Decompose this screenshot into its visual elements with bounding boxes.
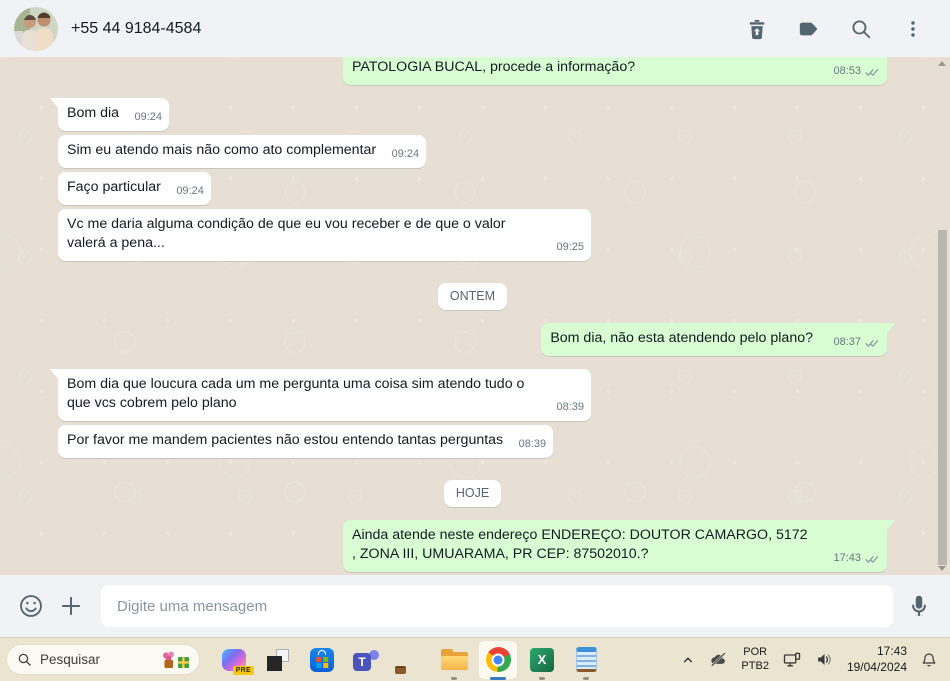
message-bubble-in[interactable]: Bom dia 09:24	[49, 98, 170, 131]
contact-name[interactable]: +55 44 9184-4584	[71, 20, 201, 38]
message-text: Sim eu atendo mais não como ato compleme…	[67, 142, 377, 158]
system-tray: POR PTB2 17:43 19/04/2024	[680, 644, 938, 675]
scrollbar-up-arrow[interactable]	[938, 61, 946, 66]
work-briefcase-badge	[395, 665, 406, 674]
message-bubble-in[interactable]: Sim eu atendo mais não como ato compleme…	[58, 135, 427, 168]
message-time: 17:43	[833, 552, 861, 564]
clock-date: 19/04/2024	[846, 659, 907, 674]
whatsapp-window: +55 44 9184-4584 PATOLOGIA BUCAL, proced…	[0, 0, 950, 681]
message-text: Bom dia	[67, 105, 120, 121]
message-bubble-out[interactable]: Bom dia, não esta atendendo pelo plano? …	[541, 323, 895, 356]
message-time: 09:24	[391, 148, 420, 160]
microphone-icon[interactable]	[905, 592, 933, 620]
message-meta: 08:37	[833, 333, 880, 352]
edge-icon	[395, 647, 423, 674]
message-time: 09:24	[134, 111, 163, 123]
message-text: Faço particular	[67, 179, 161, 195]
taskbar-clock[interactable]: 17:43 19/04/2024	[847, 644, 907, 675]
message-time: 09:24	[176, 185, 204, 197]
clock-time: 17:43	[876, 643, 907, 658]
chat-header: +55 44 9184-4584	[0, 0, 950, 57]
message-text: PATOLOGIA BUCAL, procede a informação?	[352, 59, 636, 75]
double-check-icon	[865, 68, 879, 76]
taskbar-excel-icon[interactable]: X	[522, 639, 562, 681]
date-divider: HOJE	[443, 480, 502, 507]
active-indicator	[490, 676, 506, 680]
avatar-photo	[14, 6, 58, 51]
message-text: Por favor me mandem pacientes não estou …	[67, 432, 504, 448]
search-icon[interactable]	[850, 18, 872, 40]
volume-icon[interactable]	[815, 650, 834, 669]
double-check-icon	[865, 339, 879, 347]
folder-icon	[440, 649, 468, 670]
menu-kebab-icon[interactable]	[902, 18, 924, 40]
delete-chat-icon[interactable]	[746, 18, 768, 40]
taskbar-file-explorer-icon[interactable]	[434, 639, 474, 681]
message-text: Vc me daria alguma condição de que eu vo…	[67, 216, 506, 251]
windows-taskbar: Pesquisar PRE T X POR PTB2 17:43 19/04/2…	[0, 637, 950, 681]
emoji-icon[interactable]	[17, 592, 45, 620]
search-label: Pesquisar	[40, 652, 101, 667]
message-bubble-in[interactable]: Vc me daria alguma condição de que eu vo…	[58, 209, 591, 261]
squares-icon	[266, 648, 290, 672]
message-bubble-in[interactable]: Por favor me mandem pacientes não estou …	[58, 425, 554, 458]
search-highlights-decoration	[163, 651, 189, 668]
excel-icon: X	[530, 647, 554, 672]
message-bubble-out[interactable]: Ainda atende neste endereço ENDEREÇO: DO…	[343, 520, 895, 572]
message-time: 08:39	[518, 438, 547, 450]
copilot-icon: PRE	[222, 648, 254, 675]
double-check-icon	[865, 555, 879, 563]
taskbar-dark-app-icon[interactable]	[258, 639, 298, 681]
tray-chevron-up-icon[interactable]	[680, 652, 696, 668]
taskbar-teams-icon[interactable]: T	[346, 639, 386, 681]
message-time: 08:53	[833, 65, 861, 77]
message-meta: 08:53	[833, 62, 880, 81]
message-text: Ainda atende neste endereço ENDEREÇO: DO…	[352, 527, 808, 562]
running-indicator	[583, 676, 589, 680]
onedrive-paused-icon[interactable]	[709, 650, 728, 669]
date-divider: ONTEM	[437, 283, 508, 310]
header-actions	[746, 18, 924, 40]
microsoft-store-icon	[310, 647, 334, 672]
attach-plus-icon[interactable]	[57, 592, 85, 620]
language-indicator[interactable]: POR PTB2	[741, 646, 769, 674]
message-text: Bom dia que loucura cada um me pergunta …	[67, 376, 525, 411]
message-list: PATOLOGIA BUCAL, procede a informação? 0…	[0, 57, 950, 575]
scrollbar-down-arrow[interactable]	[938, 566, 946, 571]
running-indicator	[451, 676, 457, 680]
message-time: 08:39	[556, 401, 584, 413]
chrome-icon	[485, 647, 511, 672]
scrollbar-thumb[interactable]	[938, 230, 947, 565]
teams-icon: T	[353, 648, 379, 672]
label-icon[interactable]	[798, 18, 820, 40]
running-indicator	[539, 676, 545, 680]
contact-avatar[interactable]	[14, 6, 58, 51]
taskbar-notepad-icon[interactable]	[566, 639, 606, 681]
message-time: 08:37	[833, 336, 861, 348]
message-bubble-in[interactable]: Faço particular 09:24	[58, 172, 211, 205]
taskbar-copilot-icon[interactable]: PRE	[214, 639, 254, 681]
copilot-pre-badge: PRE	[232, 665, 254, 675]
message-time: 09:25	[556, 241, 584, 253]
notepad-icon	[575, 647, 597, 672]
taskbar-chrome-icon[interactable]	[478, 639, 518, 681]
composer-bar	[0, 575, 950, 637]
message-text: Bom dia, não esta atendendo pelo plano?	[550, 330, 813, 346]
search-icon	[18, 653, 31, 666]
taskbar-store-icon[interactable]	[302, 639, 342, 681]
notification-bell-icon[interactable]	[920, 651, 938, 669]
message-bubble-out[interactable]: PATOLOGIA BUCAL, procede a informação? 0…	[343, 57, 887, 85]
taskbar-search[interactable]: Pesquisar	[6, 644, 200, 675]
taskbar-apps: PRE T X	[214, 639, 606, 681]
message-input[interactable]	[101, 585, 893, 627]
message-bubble-in[interactable]: Bom dia que loucura cada um me pergunta …	[50, 369, 591, 421]
message-meta: 17:43	[833, 549, 880, 568]
taskbar-edge-icon[interactable]	[390, 639, 430, 681]
network-icon[interactable]	[782, 650, 802, 670]
